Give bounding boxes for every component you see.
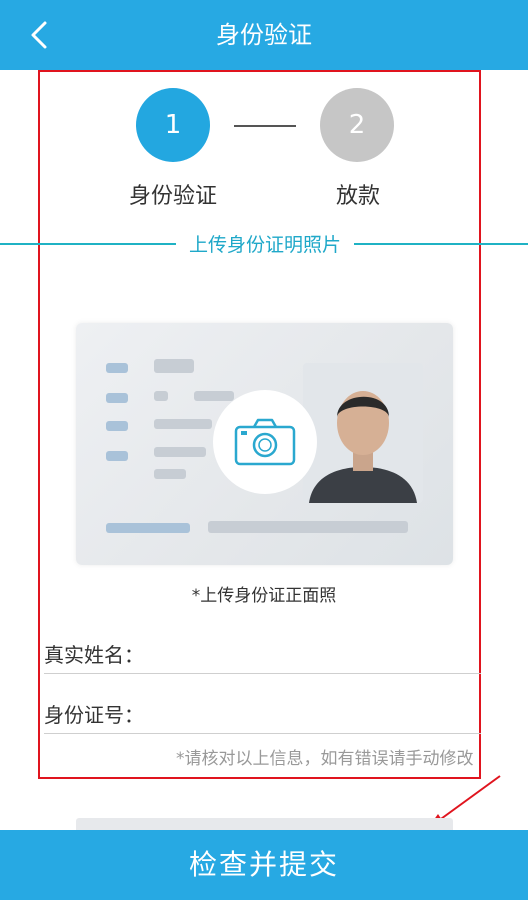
step-2-label: 放款 — [335, 184, 380, 209]
card-field-value — [154, 359, 194, 373]
camera-icon — [234, 418, 296, 466]
verify-hint: *请核对以上信息，如有错误请手动修改 — [176, 749, 474, 769]
camera-upload-button[interactable] — [213, 390, 317, 494]
step-2-indicator: 2 — [320, 88, 394, 162]
card-field-value — [154, 419, 212, 429]
card-id-number — [208, 521, 408, 533]
name-field: 真实姓名： — [44, 633, 481, 674]
name-input[interactable] — [156, 633, 480, 673]
step-1-label: 身份验证 — [128, 184, 217, 209]
step-connector — [234, 125, 296, 127]
upload-hint: *上传身份证正面照 — [191, 586, 337, 606]
card-field-label — [106, 451, 128, 461]
card-field-label — [106, 421, 128, 431]
section-divider-left — [0, 243, 176, 245]
id-number-label: 身份证号： — [44, 703, 144, 727]
page-title: 身份验证 — [216, 21, 312, 49]
card-field-value — [194, 391, 234, 401]
step-1-indicator: 1 — [136, 88, 210, 162]
submit-button[interactable]: 检查并提交 — [0, 830, 528, 900]
card-field-label — [106, 363, 128, 373]
top-bar: 身份验证 — [0, 0, 528, 70]
card-field-value — [154, 469, 186, 479]
id-number-input[interactable] — [156, 693, 480, 733]
card-id-label — [106, 523, 190, 533]
second-card-strip — [76, 818, 453, 830]
id-number-field: 身份证号： — [44, 693, 481, 734]
card-field-value — [154, 391, 168, 401]
name-label: 真实姓名： — [44, 643, 144, 667]
section-divider-right — [354, 243, 528, 245]
card-field-value — [154, 447, 206, 457]
section-title: 上传身份证明照片 — [188, 234, 341, 256]
card-field-label — [106, 393, 128, 403]
portrait-placeholder — [303, 363, 423, 503]
